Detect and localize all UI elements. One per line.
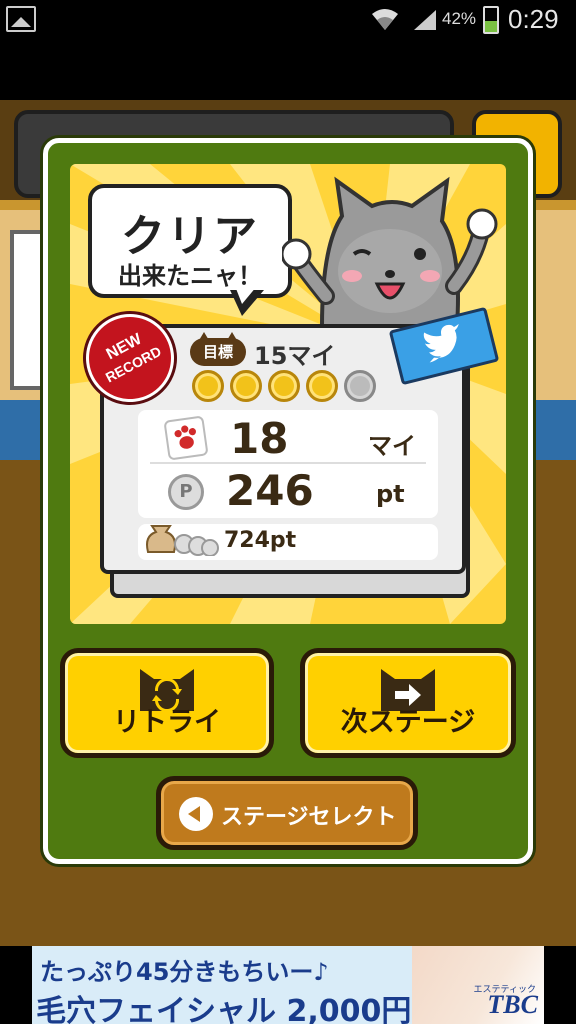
coin-icon: [268, 370, 300, 402]
next-stage-label: 次ステージ: [340, 707, 476, 738]
speech-bubble-tail: [230, 286, 264, 316]
ad-offer: 毛穴フェイシャル 2,000円: [36, 994, 412, 1024]
points-unit: pt: [376, 480, 405, 508]
paw-icon: [163, 415, 209, 461]
wifi-icon: [372, 9, 398, 30]
clock: 0:29: [508, 4, 559, 34]
retry-label: リトライ: [113, 707, 221, 738]
money-bag-icon: [146, 525, 219, 556]
speech-bubble: クリア 出来たニャ！: [88, 184, 292, 298]
coin-icon: [230, 370, 262, 402]
point-coin-icon: P: [168, 474, 204, 510]
total-points: 724pt: [224, 528, 297, 553]
retry-button[interactable]: リトライ: [60, 648, 274, 758]
clear-subtitle: 出来たニャ！: [118, 262, 262, 290]
next-stage-button[interactable]: 次ステージ: [300, 648, 516, 758]
coin-empty-icon: [344, 370, 376, 402]
ad-photo: エステティック TBC: [412, 946, 544, 1024]
count-value: 18: [230, 414, 289, 463]
count-unit: マイ: [368, 432, 416, 460]
points-value: 246: [226, 466, 314, 515]
clear-title: クリア: [121, 211, 259, 262]
ad-headline: たっぷり45分きもちいー♪: [40, 958, 329, 986]
ad-brand-logo: TBC: [487, 990, 538, 1019]
signal-icon: [414, 10, 436, 30]
battery-icon: [483, 6, 499, 34]
coin-icon: [192, 370, 224, 402]
status-bar: 42% 0:29: [0, 0, 576, 40]
stage-select-label: ステージセレクト: [221, 805, 397, 830]
battery-percent: 42%: [442, 9, 477, 28]
image-notification-icon: [6, 6, 36, 32]
ad-banner[interactable]: たっぷり45分きもちいー♪ 毛穴フェイシャル 2,000円 エステティック TB…: [32, 946, 544, 1024]
coin-rating: [192, 370, 376, 402]
back-arrow-icon: [179, 797, 213, 831]
goal-value: 15マイ: [254, 342, 336, 370]
goal-label: 目標: [190, 332, 246, 366]
coin-icon: [306, 370, 338, 402]
stage-select-button[interactable]: ステージセレクト: [156, 776, 418, 850]
